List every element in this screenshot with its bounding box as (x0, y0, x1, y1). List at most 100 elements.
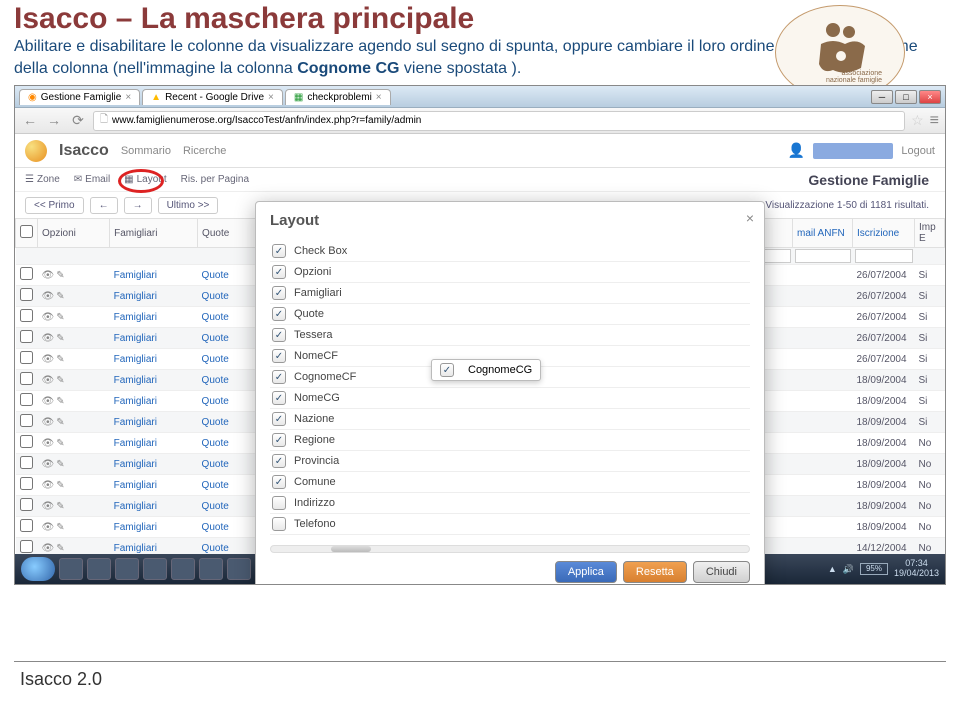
view-icon[interactable]: 👁 (42, 270, 55, 281)
taskbar-icon[interactable] (171, 558, 195, 580)
famigliari-link[interactable]: Famigliari (114, 396, 157, 407)
taskbar-icon[interactable] (227, 558, 251, 580)
edit-icon[interactable]: ✎ (56, 585, 64, 586)
quote-link[interactable]: Quote (202, 270, 229, 281)
edit-icon[interactable]: ✎ (56, 291, 64, 302)
checkbox-icon[interactable]: ✓ (272, 349, 286, 363)
row-checkbox[interactable] (20, 288, 33, 301)
back-button[interactable]: ← (21, 112, 39, 130)
url-input[interactable]: 🗋www.famiglienumerose.org/IsaccoTest/anf… (93, 111, 905, 131)
view-icon[interactable]: 👁 (42, 459, 55, 470)
famigliari-link[interactable]: Famigliari (114, 585, 157, 586)
menu-icon[interactable]: ≡ (930, 112, 939, 130)
quote-link[interactable]: Quote (202, 375, 229, 386)
taskbar-icon[interactable] (143, 558, 167, 580)
close-button[interactable]: Chiudi (693, 561, 750, 583)
checkbox-icon[interactable]: ✓ (272, 433, 286, 447)
quote-link[interactable]: Quote (202, 291, 229, 302)
last-page-button[interactable]: Ultimo >> (158, 197, 219, 214)
famigliari-link[interactable]: Famigliari (114, 522, 157, 533)
checkbox-icon[interactable]: ✓ (272, 286, 286, 300)
edit-icon[interactable]: ✎ (56, 417, 64, 428)
view-icon[interactable]: 👁 (42, 396, 55, 407)
quote-link[interactable]: Quote (202, 354, 229, 365)
edit-icon[interactable]: ✎ (56, 333, 64, 344)
row-checkbox[interactable] (20, 540, 33, 553)
edit-icon[interactable]: ✎ (56, 438, 64, 449)
next-page-button[interactable]: → (124, 197, 152, 214)
view-icon[interactable]: 👁 (42, 543, 55, 554)
view-icon[interactable]: 👁 (42, 375, 55, 386)
email-button[interactable]: ✉Email (74, 174, 110, 185)
zone-button[interactable]: ☰Zone (25, 174, 60, 185)
view-icon[interactable]: 👁 (42, 333, 55, 344)
famigliari-link[interactable]: Famigliari (114, 459, 157, 470)
famigliari-link[interactable]: Famigliari (114, 333, 157, 344)
famigliari-link[interactable]: Famigliari (114, 270, 157, 281)
checkbox-icon[interactable]: ✓ (272, 391, 286, 405)
view-icon[interactable]: 👁 (42, 312, 55, 323)
checkbox-icon[interactable]: ✓ (272, 475, 286, 489)
view-icon[interactable]: 👁 (42, 522, 55, 533)
column-toggle-row[interactable]: ✓Nazione (270, 409, 750, 430)
reload-button[interactable]: ⟳ (69, 112, 87, 130)
quote-link[interactable]: Quote (202, 438, 229, 449)
col-famigliari[interactable]: Famigliari (110, 219, 198, 248)
tray-icon[interactable]: ▲ (828, 564, 837, 574)
checkbox-icon[interactable]: ✓ (272, 328, 286, 342)
col-imp[interactable]: Imp E (915, 219, 945, 248)
famigliari-link[interactable]: Famigliari (114, 501, 157, 512)
famigliari-link[interactable]: Famigliari (114, 417, 157, 428)
view-icon[interactable]: 👁 (42, 354, 55, 365)
view-icon[interactable]: 👁 (42, 438, 55, 449)
bookmark-icon[interactable]: ☆ (911, 112, 924, 129)
nav-sommario[interactable]: Sommario (121, 145, 171, 157)
edit-icon[interactable]: ✎ (56, 396, 64, 407)
forward-button[interactable]: → (45, 112, 63, 130)
col-opzioni[interactable]: Opzioni (38, 219, 110, 248)
column-toggle-row[interactable]: ✓Quote (270, 304, 750, 325)
quote-link[interactable]: Quote (202, 417, 229, 428)
column-toggle-row[interactable]: ✓Comune (270, 472, 750, 493)
quote-link[interactable]: Quote (202, 501, 229, 512)
layout-button[interactable]: ▦Layout (124, 174, 166, 185)
results-per-page[interactable]: Ris. per Pagina (181, 174, 249, 185)
view-icon[interactable]: 👁 (42, 480, 55, 491)
column-toggle-row[interactable]: ✓NomeCG (270, 388, 750, 409)
famigliari-link[interactable]: Famigliari (114, 312, 157, 323)
maximize-button[interactable]: □ (895, 90, 917, 104)
edit-icon[interactable]: ✎ (56, 312, 64, 323)
row-checkbox[interactable] (20, 309, 33, 322)
checkbox-icon[interactable]: ✓ (272, 370, 286, 384)
col-iscrizione[interactable]: Iscrizione (853, 219, 915, 248)
edit-icon[interactable]: ✎ (56, 543, 64, 554)
column-toggle-row[interactable]: ✓Check Box (270, 241, 750, 262)
row-checkbox[interactable] (20, 372, 33, 385)
close-icon[interactable]: × (125, 92, 131, 103)
filter-iscrizione[interactable] (855, 249, 913, 263)
battery-indicator[interactable]: 95% (860, 563, 888, 575)
edit-icon[interactable]: ✎ (56, 375, 64, 386)
checkbox-icon[interactable]: ✓ (272, 307, 286, 321)
quote-link[interactable]: Quote (202, 585, 229, 586)
column-toggle-row[interactable]: Telefono (270, 514, 750, 535)
first-page-button[interactable]: << Primo (25, 197, 84, 214)
edit-icon[interactable]: ✎ (56, 522, 64, 533)
checkbox-icon[interactable] (272, 517, 286, 531)
quote-link[interactable]: Quote (202, 333, 229, 344)
modal-close-button[interactable]: × (746, 210, 754, 226)
row-checkbox[interactable] (20, 435, 33, 448)
edit-icon[interactable]: ✎ (56, 270, 64, 281)
quote-link[interactable]: Quote (202, 522, 229, 533)
column-toggle-row[interactable]: ✓Regione (270, 430, 750, 451)
filter-email[interactable] (795, 249, 851, 263)
col-email[interactable]: mail ANFN (793, 219, 853, 248)
row-checkbox[interactable] (20, 519, 33, 532)
tray-icon[interactable]: 🔊 (843, 564, 854, 575)
checkbox-icon[interactable]: ✓ (272, 265, 286, 279)
edit-icon[interactable]: ✎ (56, 459, 64, 470)
checkbox-icon[interactable]: ✓ (272, 412, 286, 426)
column-toggle-row[interactable]: Indirizzo (270, 493, 750, 514)
browser-tab[interactable]: ▲Recent - Google Drive× (142, 89, 283, 105)
column-toggle-row[interactable]: ✓Famigliari (270, 283, 750, 304)
